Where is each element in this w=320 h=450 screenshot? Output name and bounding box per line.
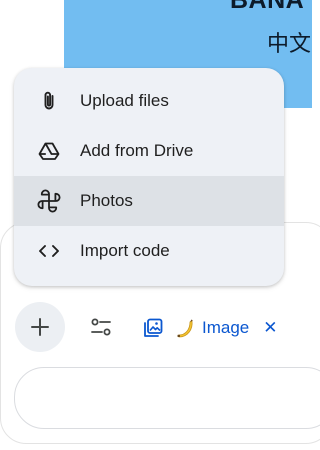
- tools-sliders-icon: [89, 315, 113, 339]
- menu-item-upload-files[interactable]: Upload files: [14, 76, 284, 126]
- plus-icon: [29, 316, 51, 338]
- photos-pinwheel-icon: [37, 189, 61, 213]
- menu-item-add-from-drive[interactable]: Add from Drive: [14, 126, 284, 176]
- menu-item-label: Import code: [80, 241, 170, 260]
- banner-title: BANA: [230, 0, 305, 14]
- image-tool-chip[interactable]: Image ✕: [142, 311, 278, 345]
- attachment-menu: Upload files Add from Drive Photos Impor…: [14, 68, 284, 286]
- menu-item-photos[interactable]: Photos: [14, 176, 284, 226]
- add-attachment-button[interactable]: [15, 302, 65, 352]
- close-icon[interactable]: ✕: [263, 318, 277, 338]
- banner-subtitle: 中文: [267, 32, 312, 57]
- menu-item-label: Upload files: [80, 91, 169, 110]
- paperclip-icon: [37, 89, 61, 113]
- menu-item-import-code[interactable]: Import code: [14, 226, 284, 276]
- prompt-input[interactable]: [14, 367, 320, 429]
- menu-item-label: Add from Drive: [80, 141, 194, 160]
- tools-button[interactable]: [84, 310, 118, 344]
- image-gallery-icon: [142, 317, 164, 339]
- menu-item-label: Photos: [80, 191, 133, 210]
- image-chip-label: Image: [202, 318, 250, 337]
- drive-icon: [37, 139, 61, 163]
- banana-emoji-icon: [176, 318, 194, 338]
- code-icon: [37, 239, 61, 263]
